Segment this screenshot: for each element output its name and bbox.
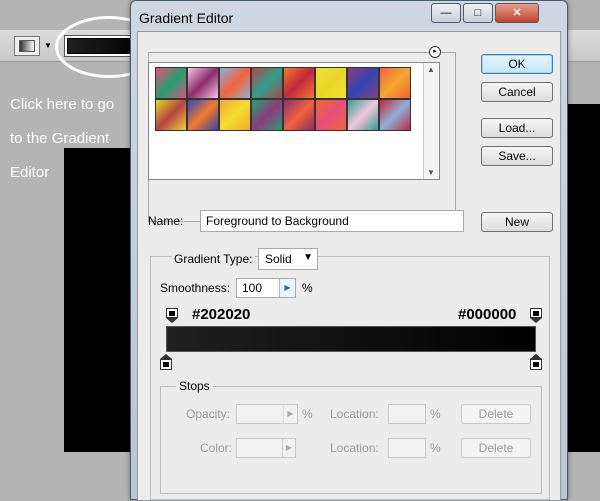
opacity-unit: % xyxy=(302,407,313,421)
gradient-preset[interactable] xyxy=(187,99,219,131)
presets-list: ▲ ▼ xyxy=(148,62,440,180)
gradient-tool-icon xyxy=(19,40,35,52)
opacity-stop-right[interactable] xyxy=(530,308,542,323)
scroll-down-icon[interactable]: ▼ xyxy=(427,168,435,177)
gradient-type-value: Solid xyxy=(265,252,292,266)
gradient-preset[interactable] xyxy=(187,67,219,99)
stops-label: Stops xyxy=(176,379,213,393)
gradient-type-label: Gradient Type: xyxy=(172,252,255,266)
canvas-left xyxy=(64,148,134,452)
close-button[interactable]: ✕ xyxy=(495,3,539,23)
opacity-location-unit: % xyxy=(430,407,441,421)
chevron-down-icon: ▼ xyxy=(303,252,313,263)
gradient-preset[interactable] xyxy=(315,67,347,99)
dialog-body: ▸ ▲ ▼ OK Cancel Load... Save... Name: Ne… xyxy=(137,31,561,501)
opacity-input[interactable]: ▶ xyxy=(236,404,298,424)
gradient-preset[interactable] xyxy=(251,67,283,99)
gradient-preset[interactable] xyxy=(219,99,251,131)
gradient-preset[interactable] xyxy=(155,67,187,99)
gradient-preset[interactable] xyxy=(379,67,411,99)
color-label: Color: xyxy=(200,441,233,455)
name-label: Name: xyxy=(148,214,184,228)
smoothness-value: 100 xyxy=(242,281,263,295)
gradient-preset[interactable] xyxy=(155,99,187,131)
callout-line: Click here to go xyxy=(10,96,115,113)
load-button[interactable]: Load... xyxy=(481,118,553,138)
gradient-preset[interactable] xyxy=(347,99,379,131)
gradient-preset[interactable] xyxy=(251,99,283,131)
stop-color-menu[interactable]: ▶ xyxy=(282,438,296,458)
chevron-right-icon[interactable]: ▶ xyxy=(283,405,297,423)
gradient-preset[interactable] xyxy=(283,99,315,131)
gradient-preset[interactable] xyxy=(347,67,379,99)
opacity-label: Opacity: xyxy=(186,407,231,421)
gradient-type-select[interactable]: Solid ▼ xyxy=(258,248,318,270)
smoothness-input[interactable]: 100 ▶ xyxy=(236,278,296,298)
color-stop-left[interactable] xyxy=(160,354,172,370)
right-stop-hex: #000000 xyxy=(458,306,517,323)
new-button[interactable]: New xyxy=(481,212,553,232)
gradient-preset[interactable] xyxy=(219,67,251,99)
color-location-input[interactable] xyxy=(388,438,426,458)
chevron-right-icon[interactable]: ▶ xyxy=(283,439,295,457)
title-bar[interactable]: Gradient Editor — □ ✕ xyxy=(131,1,567,33)
cancel-button[interactable]: Cancel xyxy=(481,82,553,102)
gradient-preset[interactable] xyxy=(379,99,411,131)
smoothness-label: Smoothness: xyxy=(160,281,231,295)
tool-preset-picker[interactable] xyxy=(14,36,40,56)
delete-color-stop-button[interactable]: Delete xyxy=(461,438,531,458)
scroll-up-icon[interactable]: ▲ xyxy=(427,65,435,74)
minimize-button[interactable]: — xyxy=(431,3,461,23)
chevron-down-icon: ▼ xyxy=(44,41,52,50)
maximize-button[interactable]: □ xyxy=(463,3,493,23)
chevron-right-icon[interactable]: ▶ xyxy=(279,279,295,297)
color-location-unit: % xyxy=(430,441,441,455)
gradient-preset[interactable] xyxy=(315,99,347,131)
save-button[interactable]: Save... xyxy=(481,146,553,166)
opacity-location-label: Location: xyxy=(330,407,379,421)
name-input[interactable] xyxy=(200,210,464,232)
smoothness-unit: % xyxy=(302,281,313,295)
window-title: Gradient Editor xyxy=(139,10,234,26)
presets-menu-icon[interactable]: ▸ xyxy=(429,46,441,58)
gradient-bar[interactable] xyxy=(166,326,536,352)
left-stop-hex: #202020 xyxy=(192,306,251,323)
color-location-label: Location: xyxy=(330,441,379,455)
stop-color-swatch[interactable] xyxy=(236,438,284,458)
gradient-preset[interactable] xyxy=(283,67,315,99)
preset-grid xyxy=(155,67,413,131)
gradient-editor-window: Gradient Editor — □ ✕ ▸ ▲ ▼ OK Cancel Lo… xyxy=(130,0,568,501)
opacity-stop-left[interactable] xyxy=(166,308,178,323)
opacity-location-input[interactable] xyxy=(388,404,426,424)
color-stop-right[interactable] xyxy=(530,354,542,370)
presets-scrollbar[interactable]: ▲ ▼ xyxy=(423,63,439,179)
ok-button[interactable]: OK xyxy=(481,54,553,74)
delete-opacity-stop-button[interactable]: Delete xyxy=(461,404,531,424)
